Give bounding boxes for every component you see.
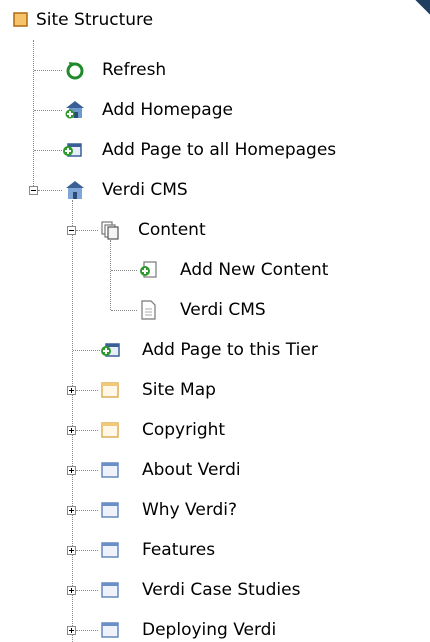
tree-item-label: Copyright <box>142 420 226 440</box>
tree-item-label: Deploying Verdi <box>142 620 277 640</box>
tree-item-verdi-case-studies[interactable]: Verdi Case Studies <box>0 570 430 610</box>
tree-root-label: Site Structure <box>36 10 154 30</box>
add-homepage-icon <box>65 100 85 120</box>
add-content-icon <box>138 260 158 280</box>
tree-item-add-homepage[interactable]: Add Homepage <box>0 90 430 130</box>
orange-square-icon <box>12 10 32 30</box>
page-blue-icon <box>100 500 120 520</box>
tree-item-label: Add Page to all Homepages <box>102 140 337 160</box>
page-blue-icon <box>100 580 120 600</box>
tree-item-why-verdi[interactable]: Why Verdi? <box>0 490 430 530</box>
page-yellow-icon <box>100 420 120 440</box>
add-page-icon <box>62 140 82 160</box>
tree-item-site-map[interactable]: Site Map <box>0 370 430 410</box>
tree-item-label: Content <box>138 220 206 240</box>
tree-item-label: Why Verdi? <box>142 500 238 520</box>
tree-item-label: Add New Content <box>180 260 329 280</box>
tree-item-label: Refresh <box>102 60 167 80</box>
document-icon <box>138 300 158 320</box>
tree-item-label: Verdi CMS <box>180 300 266 320</box>
tree-item-label: Verdi Case Studies <box>142 580 301 600</box>
page-yellow-icon <box>100 380 120 400</box>
add-page-icon <box>100 340 120 360</box>
site-structure-tree: Site Structure Refresh Add Homepage Add … <box>0 0 430 642</box>
tree-item-label: Add Page to this Tier <box>142 340 318 360</box>
tree-item-verdi-cms-homepage[interactable]: Verdi CMS <box>0 170 430 210</box>
panel-corner <box>414 0 430 16</box>
page-blue-icon <box>100 460 120 480</box>
tree-item-refresh[interactable]: Refresh <box>0 50 430 90</box>
tree-item-label: Verdi CMS <box>102 180 188 200</box>
content-pages-icon <box>100 220 120 240</box>
tree-item-copyright[interactable]: Copyright <box>0 410 430 450</box>
tree-item-deploying-verdi[interactable]: Deploying Verdi <box>0 610 430 642</box>
homepage-icon <box>65 180 85 200</box>
tree-item-label: About Verdi <box>142 460 241 480</box>
page-blue-icon <box>100 540 120 560</box>
tree-item-label: Site Map <box>142 380 216 400</box>
refresh-icon <box>65 60 85 80</box>
tree-item-add-new-content[interactable]: Add New Content <box>0 250 430 290</box>
tree-item-add-page-tier[interactable]: Add Page to this Tier <box>0 330 430 370</box>
tree-item-about-verdi[interactable]: About Verdi <box>0 450 430 490</box>
tree-item-label: Features <box>142 540 216 560</box>
page-blue-icon <box>100 620 120 640</box>
tree-item-verdi-cms-document[interactable]: Verdi CMS <box>0 290 430 330</box>
tree-item-features[interactable]: Features <box>0 530 430 570</box>
tree-item-label: Add Homepage <box>102 100 233 120</box>
tree-item-content[interactable]: Content <box>0 210 430 250</box>
tree-item-add-page-all[interactable]: Add Page to all Homepages <box>0 130 430 170</box>
